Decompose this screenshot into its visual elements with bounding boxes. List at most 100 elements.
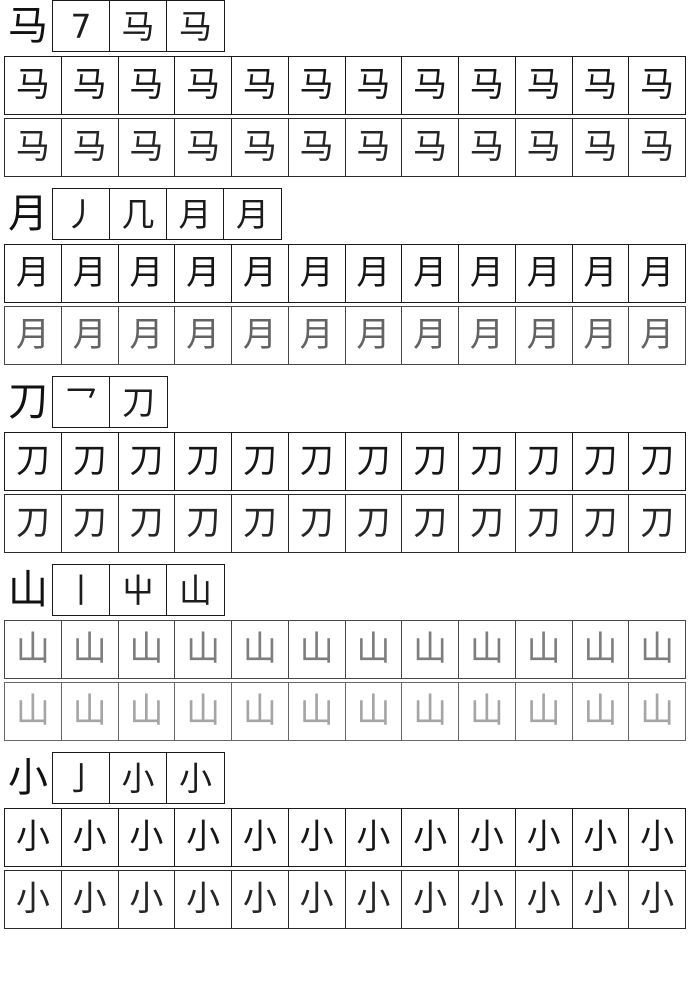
practice-cell[interactable]: 山 (346, 683, 403, 740)
practice-cell[interactable]: 刀 (516, 495, 573, 552)
practice-cell[interactable]: 刀 (289, 433, 346, 490)
practice-cell[interactable]: 月 (5, 307, 62, 364)
practice-cell[interactable]: 马 (459, 119, 516, 176)
practice-cell[interactable]: 马 (573, 57, 630, 114)
practice-cell[interactable]: 月 (175, 245, 232, 302)
practice-cell[interactable]: 小 (232, 809, 289, 866)
practice-cell[interactable]: 刀 (289, 495, 346, 552)
practice-cell[interactable]: 月 (459, 307, 516, 364)
practice-cell[interactable]: 月 (5, 245, 62, 302)
practice-cell[interactable]: 月 (62, 245, 119, 302)
practice-cell[interactable]: 刀 (629, 433, 685, 490)
practice-cell[interactable]: 马 (232, 57, 289, 114)
practice-cell[interactable]: 刀 (5, 433, 62, 490)
practice-cell[interactable]: 小 (62, 871, 119, 928)
practice-cell[interactable]: 刀 (459, 433, 516, 490)
practice-cell[interactable]: 山 (232, 683, 289, 740)
practice-cell[interactable]: 马 (175, 119, 232, 176)
practice-cell[interactable]: 小 (119, 871, 176, 928)
practice-cell[interactable]: 山 (119, 621, 176, 678)
practice-cell[interactable]: 马 (62, 57, 119, 114)
practice-cell[interactable]: 刀 (346, 433, 403, 490)
practice-cell[interactable]: 刀 (459, 495, 516, 552)
practice-cell[interactable]: 小 (346, 871, 403, 928)
practice-cell[interactable]: 刀 (573, 495, 630, 552)
practice-cell[interactable]: 月 (62, 307, 119, 364)
practice-cell[interactable]: 刀 (629, 495, 685, 552)
practice-cell[interactable]: 月 (119, 245, 176, 302)
practice-cell[interactable]: 月 (289, 307, 346, 364)
practice-cell[interactable]: 月 (175, 307, 232, 364)
practice-cell[interactable]: 月 (232, 245, 289, 302)
practice-cell[interactable]: 小 (459, 871, 516, 928)
practice-cell[interactable]: 月 (573, 307, 630, 364)
practice-cell[interactable]: 山 (119, 683, 176, 740)
practice-cell[interactable]: 马 (5, 57, 62, 114)
practice-cell[interactable]: 马 (459, 57, 516, 114)
practice-cell[interactable]: 山 (346, 621, 403, 678)
practice-cell[interactable]: 刀 (119, 433, 176, 490)
practice-cell[interactable]: 刀 (175, 495, 232, 552)
practice-cell[interactable]: 小 (346, 809, 403, 866)
practice-cell[interactable]: 月 (629, 307, 685, 364)
practice-cell[interactable]: 马 (289, 57, 346, 114)
practice-cell[interactable]: 山 (5, 683, 62, 740)
practice-cell[interactable]: 马 (175, 57, 232, 114)
practice-cell[interactable]: 马 (62, 119, 119, 176)
practice-cell[interactable]: 山 (573, 683, 630, 740)
practice-cell[interactable]: 小 (62, 809, 119, 866)
practice-cell[interactable]: 月 (402, 245, 459, 302)
practice-cell[interactable]: 小 (5, 871, 62, 928)
practice-cell[interactable]: 小 (629, 871, 685, 928)
practice-cell[interactable]: 山 (289, 621, 346, 678)
practice-cell[interactable]: 小 (289, 871, 346, 928)
practice-cell[interactable]: 小 (459, 809, 516, 866)
practice-cell[interactable]: 刀 (232, 495, 289, 552)
practice-cell[interactable]: 马 (5, 119, 62, 176)
practice-cell[interactable]: 小 (516, 871, 573, 928)
practice-cell[interactable]: 马 (573, 119, 630, 176)
practice-cell[interactable]: 刀 (62, 495, 119, 552)
practice-cell[interactable]: 月 (289, 245, 346, 302)
practice-cell[interactable]: 马 (232, 119, 289, 176)
practice-cell[interactable]: 马 (119, 57, 176, 114)
practice-cell[interactable]: 马 (346, 57, 403, 114)
practice-cell[interactable]: 月 (516, 307, 573, 364)
practice-cell[interactable]: 刀 (346, 495, 403, 552)
practice-cell[interactable]: 小 (573, 809, 630, 866)
practice-cell[interactable]: 月 (346, 307, 403, 364)
practice-cell[interactable]: 马 (119, 119, 176, 176)
practice-cell[interactable]: 小 (5, 809, 62, 866)
practice-cell[interactable]: 月 (573, 245, 630, 302)
practice-cell[interactable]: 小 (175, 871, 232, 928)
practice-cell[interactable]: 山 (289, 683, 346, 740)
practice-cell[interactable]: 马 (516, 57, 573, 114)
practice-cell[interactable]: 马 (402, 119, 459, 176)
practice-cell[interactable]: 刀 (232, 433, 289, 490)
practice-cell[interactable]: 刀 (175, 433, 232, 490)
practice-cell[interactable]: 马 (516, 119, 573, 176)
practice-cell[interactable]: 山 (402, 621, 459, 678)
practice-cell[interactable]: 山 (516, 683, 573, 740)
practice-cell[interactable]: 山 (459, 683, 516, 740)
practice-cell[interactable]: 山 (5, 621, 62, 678)
practice-cell[interactable]: 月 (516, 245, 573, 302)
practice-cell[interactable]: 小 (629, 809, 685, 866)
practice-cell[interactable]: 月 (629, 245, 685, 302)
practice-cell[interactable]: 小 (402, 809, 459, 866)
practice-cell[interactable]: 小 (573, 871, 630, 928)
practice-cell[interactable]: 刀 (402, 495, 459, 552)
practice-cell[interactable]: 山 (459, 621, 516, 678)
practice-cell[interactable]: 山 (175, 683, 232, 740)
practice-cell[interactable]: 刀 (402, 433, 459, 490)
practice-cell[interactable]: 月 (232, 307, 289, 364)
practice-cell[interactable]: 小 (289, 809, 346, 866)
practice-cell[interactable]: 马 (402, 57, 459, 114)
practice-cell[interactable]: 小 (516, 809, 573, 866)
practice-cell[interactable]: 小 (175, 809, 232, 866)
practice-cell[interactable]: 月 (119, 307, 176, 364)
practice-cell[interactable]: 刀 (573, 433, 630, 490)
practice-cell[interactable]: 刀 (516, 433, 573, 490)
practice-cell[interactable]: 山 (175, 621, 232, 678)
practice-cell[interactable]: 刀 (5, 495, 62, 552)
